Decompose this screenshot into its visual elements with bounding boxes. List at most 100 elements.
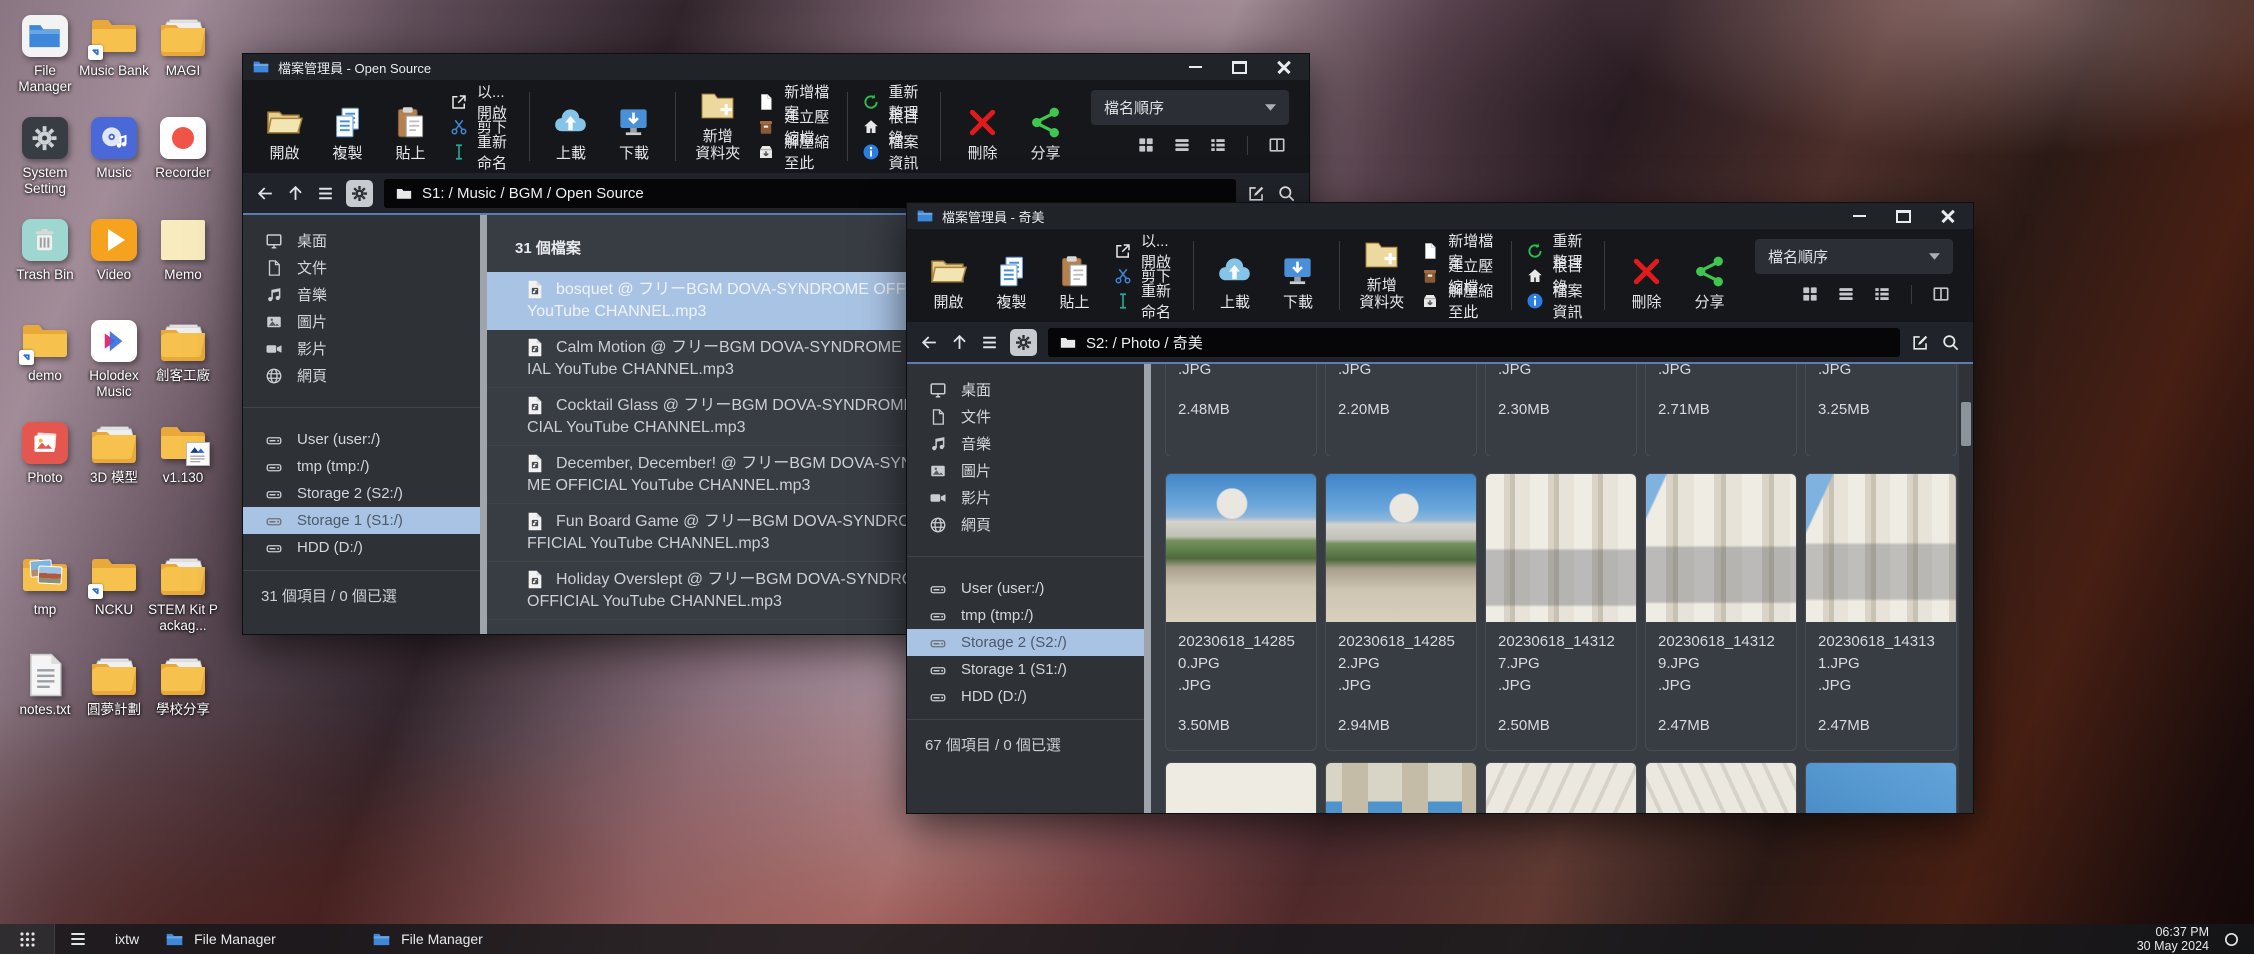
sidebar-drive-User (user:/)[interactable]: User (user:/) <box>243 426 480 453</box>
titlebar[interactable]: 檔案管理員 - 奇美 <box>907 203 1973 229</box>
desktop-icon-photo[interactable]: Photo <box>10 421 80 486</box>
grid-view-button[interactable] <box>1136 135 1156 155</box>
app-launcher-button[interactable] <box>0 924 55 954</box>
taskbar-clock[interactable]: 06:37 PM 30 May 2024 <box>2137 925 2209 954</box>
sidebar-drive-Storage 1 (S1:/)[interactable]: Storage 1 (S1:/) <box>243 507 480 534</box>
taskbar-task-file-manager-2[interactable]: File Manager <box>373 931 573 947</box>
settings-gear-button[interactable] <box>346 180 373 207</box>
desktop-icon-magi[interactable]: MAGI <box>148 14 218 79</box>
photo-card[interactable] <box>1645 762 1797 813</box>
list-view-button[interactable] <box>1836 284 1856 304</box>
sidebar-item-桌面[interactable]: 桌面 <box>243 227 480 254</box>
photo-card[interactable]: 20230618_143127.JPG.JPG2.50MB <box>1485 473 1637 751</box>
detail-view-button[interactable] <box>1208 135 1228 155</box>
toolbar-paste-button[interactable]: 貼上 <box>1043 249 1106 312</box>
desktop-icon-創客工廠[interactable]: 創客工廠 <box>148 319 218 384</box>
desktop-icon-3d-模型[interactable]: 3D 模型 <box>79 421 149 486</box>
photo-card[interactable] <box>1485 762 1637 813</box>
photo-card[interactable]: 9.JPG.JPG3.25MB <box>1805 364 1957 456</box>
path-field[interactable]: S2: / Photo / 奇美 <box>1048 328 1900 357</box>
close-button[interactable] <box>1941 209 1955 223</box>
sidebar-item-音樂[interactable]: 音樂 <box>243 281 480 308</box>
desktop-icon-recorder[interactable]: Recorder <box>148 116 218 181</box>
search-button[interactable] <box>1941 333 1960 352</box>
toolbar-new-folder-button[interactable]: 新增 資料夾 <box>686 83 749 163</box>
sidebar-item-網頁[interactable]: 網頁 <box>243 362 480 389</box>
desktop-icon-music[interactable]: Music <box>79 116 149 181</box>
toolbar-rename-button[interactable]: 重新命名 <box>1114 290 1177 311</box>
edit-path-button[interactable] <box>1911 333 1930 352</box>
menu-button[interactable] <box>316 184 335 203</box>
desktop-icon-tmp[interactable]: tmp <box>10 553 80 618</box>
toolbar-info-button[interactable]: 檔案資訊 <box>1526 290 1589 311</box>
photo-card[interactable]: 20230618_142850.JPG.JPG3.50MB <box>1165 473 1317 751</box>
sidebar-item-影片[interactable]: 影片 <box>907 484 1144 511</box>
photo-card[interactable]: 0.JPG.JPG2.48MB <box>1165 364 1317 456</box>
minimize-button[interactable] <box>1189 66 1202 68</box>
up-button[interactable] <box>950 333 969 352</box>
sort-order-dropdown[interactable]: 檔名順序 <box>1755 239 1953 274</box>
titlebar[interactable]: 檔案管理員 - Open Source <box>243 54 1309 80</box>
maximize-button[interactable] <box>1896 210 1911 223</box>
sidebar-item-圖片[interactable]: 圖片 <box>907 457 1144 484</box>
toolbar-upload-button[interactable]: 上載 <box>1203 249 1266 312</box>
sidebar-drive-HDD (D:/)[interactable]: HDD (D:/) <box>243 534 480 561</box>
desktop-icon-memo[interactable]: Memo <box>148 218 218 283</box>
column-view-button[interactable] <box>1267 135 1287 155</box>
sidebar-drive-Storage 2 (S2:/)[interactable]: Storage 2 (S2:/) <box>243 480 480 507</box>
up-button[interactable] <box>286 184 305 203</box>
sidebar-drive-tmp (tmp:/)[interactable]: tmp (tmp:/) <box>243 453 480 480</box>
desktop-icon-demo[interactable]: demo <box>10 319 80 384</box>
sidebar-drive-Storage 1 (S1:/)[interactable]: Storage 1 (S1:/) <box>907 656 1144 683</box>
sidebar-item-影片[interactable]: 影片 <box>243 335 480 362</box>
toolbar-folder-open-button[interactable]: 開啟 <box>917 249 980 312</box>
edit-path-button[interactable] <box>1247 184 1266 203</box>
toolbar-open-with-button[interactable]: 以...開啟 <box>1114 240 1177 261</box>
sidebar-scrollbar[interactable] <box>1144 364 1151 813</box>
desktop-icon-video[interactable]: Video <box>79 218 149 283</box>
desktop-icon-圓夢計劃[interactable]: 圓夢計劃 <box>79 653 149 718</box>
toolbar-copy-button[interactable]: 複製 <box>980 249 1043 312</box>
toolbar-new-folder-button[interactable]: 新增 資料夾 <box>1350 232 1413 312</box>
photo-card[interactable] <box>1165 762 1317 813</box>
toolbar-paste-button[interactable]: 貼上 <box>379 100 442 163</box>
back-button[interactable] <box>256 184 275 203</box>
power-icon[interactable] <box>2223 931 2240 948</box>
sidebar-drive-User (user:/)[interactable]: User (user:/) <box>907 575 1144 602</box>
maximize-button[interactable] <box>1232 61 1247 74</box>
minimize-button[interactable] <box>1853 215 1866 217</box>
desktop-icon-trash-bin[interactable]: Trash Bin <box>10 218 80 283</box>
desktop-icon-system-setting[interactable]: System Setting <box>10 116 80 197</box>
desktop-icon-stem-kit-packag-[interactable]: STEM Kit Packag... <box>148 553 218 634</box>
desktop-icon-ncku[interactable]: NCKU <box>79 553 149 618</box>
sidebar-item-文件[interactable]: 文件 <box>907 403 1144 430</box>
toolbar-upload-button[interactable]: 上載 <box>539 100 602 163</box>
column-view-button[interactable] <box>1931 284 1951 304</box>
taskbar-menu-button[interactable] <box>68 929 88 949</box>
desktop-icon-music-bank[interactable]: Music Bank <box>79 14 149 79</box>
toolbar-rename-button[interactable]: 重新命名 <box>450 141 513 162</box>
search-button[interactable] <box>1277 184 1296 203</box>
taskbar-task-file-manager-1[interactable]: File Manager <box>166 931 366 947</box>
desktop-icon-學校分享[interactable]: 學校分享 <box>148 653 218 718</box>
sidebar-scrollbar[interactable] <box>480 215 487 634</box>
toolbar-delete-button[interactable]: 刪除 <box>1615 249 1678 312</box>
sort-order-dropdown[interactable]: 檔名順序 <box>1091 90 1289 125</box>
toolbar-info-button[interactable]: 檔案資訊 <box>862 141 925 162</box>
vertical-scrollbar[interactable] <box>1959 364 1973 813</box>
photo-card[interactable]: 20230618_143129.JPG.JPG2.47MB <box>1645 473 1797 751</box>
toolbar-download-button[interactable]: 下載 <box>1266 249 1329 312</box>
sidebar-drive-Storage 2 (S2:/)[interactable]: Storage 2 (S2:/) <box>907 629 1144 656</box>
toolbar-share-button[interactable]: 分享 <box>1014 100 1077 163</box>
toolbar-share-button[interactable]: 分享 <box>1678 249 1741 312</box>
sidebar-drive-tmp (tmp:/)[interactable]: tmp (tmp:/) <box>907 602 1144 629</box>
photo-card[interactable] <box>1805 762 1957 813</box>
photo-card[interactable]: 1.JPG.JPG2.20MB <box>1325 364 1477 456</box>
sidebar-item-文件[interactable]: 文件 <box>243 254 480 281</box>
toolbar-delete-button[interactable]: 刪除 <box>951 100 1014 163</box>
detail-view-button[interactable] <box>1872 284 1892 304</box>
toolbar-folder-open-button[interactable]: 開啟 <box>253 100 316 163</box>
menu-button[interactable] <box>980 333 999 352</box>
photo-card[interactable]: 2.JPG.JPG2.30MB <box>1485 364 1637 456</box>
photo-card[interactable] <box>1325 762 1477 813</box>
